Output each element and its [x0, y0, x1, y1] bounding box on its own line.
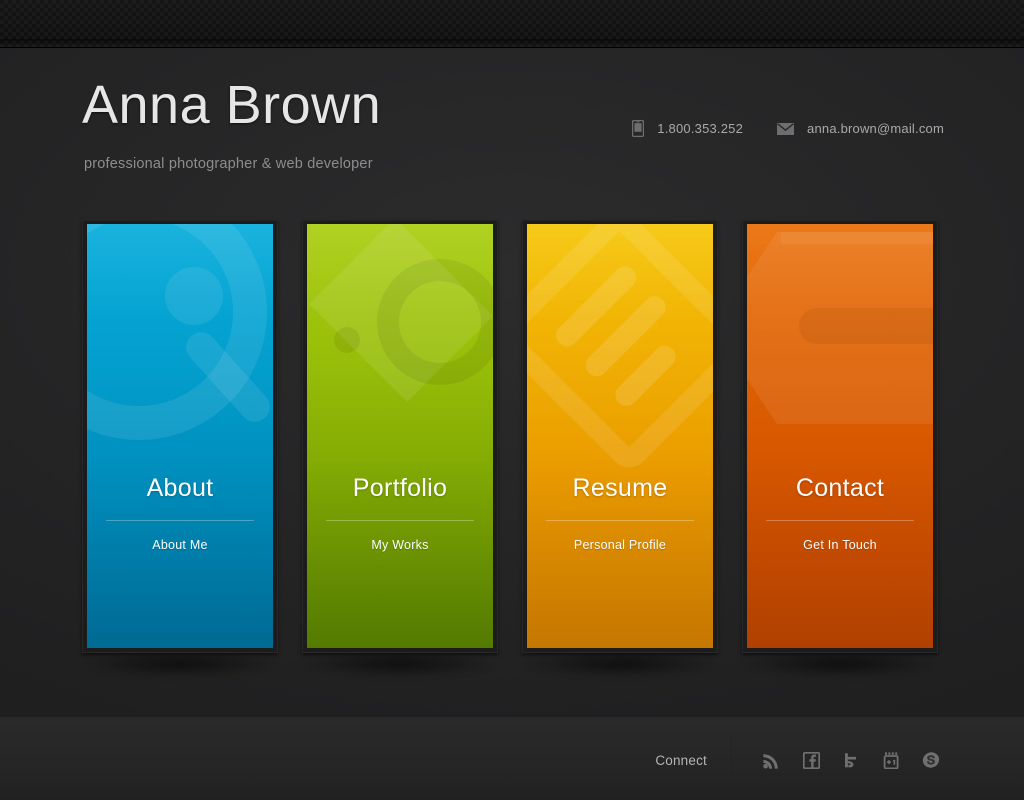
navigation-cards: About About Me Portfolio My Works Resume…	[82, 219, 942, 677]
card-label: Resume Personal Profile	[527, 474, 713, 552]
card-title: Contact	[795, 474, 885, 502]
card-frame: About About Me	[82, 219, 278, 653]
contact-info: 1.800.353.252 anna.brown@mail.com	[632, 120, 944, 137]
facebook-icon[interactable]	[798, 747, 824, 773]
card-title: Portfolio	[352, 474, 448, 502]
card-resume-wrapper: Resume Personal Profile	[522, 219, 718, 677]
card-divider	[326, 520, 474, 521]
page-tagline: professional photographer & web develope…	[84, 156, 373, 172]
site-footer: Connect	[0, 717, 1024, 800]
card-subtitle: Get In Touch	[803, 538, 877, 552]
top-texture-bar	[0, 0, 1024, 48]
card-gloss	[307, 224, 493, 648]
card-portfolio[interactable]: Portfolio My Works	[307, 224, 493, 648]
mobile-phone-icon	[632, 120, 645, 137]
card-subtitle: Personal Profile	[573, 538, 667, 552]
envelope-icon	[777, 122, 795, 135]
google-plus-one-icon[interactable]	[878, 747, 904, 773]
card-frame: Portfolio My Works	[302, 219, 498, 653]
card-title: Resume	[572, 474, 668, 502]
twitter-icon[interactable]	[838, 747, 864, 773]
social-links	[732, 747, 944, 773]
contact-phone[interactable]: 1.800.353.252	[632, 120, 743, 137]
card-label: About About Me	[87, 474, 273, 552]
card-subtitle: My Works	[371, 538, 429, 552]
footer-content: Connect	[655, 733, 944, 775]
card-divider	[106, 520, 254, 521]
card-title: About	[146, 474, 214, 502]
card-about[interactable]: About About Me	[87, 224, 273, 648]
card-divider	[766, 520, 914, 521]
card-frame: Resume Personal Profile	[522, 219, 718, 653]
contact-email-text: anna.brown@mail.com	[807, 121, 944, 136]
skype-icon[interactable]	[918, 747, 944, 773]
card-gloss	[747, 224, 933, 648]
footer-divider	[0, 715, 1024, 716]
rss-icon[interactable]	[758, 747, 784, 773]
card-subtitle: About Me	[152, 538, 208, 552]
card-contact[interactable]: Contact Get In Touch	[747, 224, 933, 648]
topbar-sheen	[0, 39, 1024, 47]
card-label: Portfolio My Works	[307, 474, 493, 552]
contact-phone-text: 1.800.353.252	[657, 121, 744, 136]
card-portfolio-wrapper: Portfolio My Works	[302, 219, 498, 677]
person-silhouette-icon	[87, 224, 270, 440]
card-contact-wrapper: Contact Get In Touch	[742, 219, 938, 677]
card-gloss	[527, 224, 713, 648]
card-gloss	[87, 224, 273, 648]
contact-email[interactable]: anna.brown@mail.com	[777, 121, 944, 136]
page-title: Anna Brown	[82, 75, 382, 135]
card-frame: Contact Get In Touch	[742, 219, 938, 653]
card-label: Contact Get In Touch	[747, 474, 933, 552]
card-divider	[546, 520, 694, 521]
card-about-wrapper: About About Me	[82, 219, 278, 677]
site-header: Anna Brown professional photographer & w…	[0, 48, 1024, 218]
connect-label: Connect	[655, 752, 707, 768]
card-resume[interactable]: Resume Personal Profile	[527, 224, 713, 648]
